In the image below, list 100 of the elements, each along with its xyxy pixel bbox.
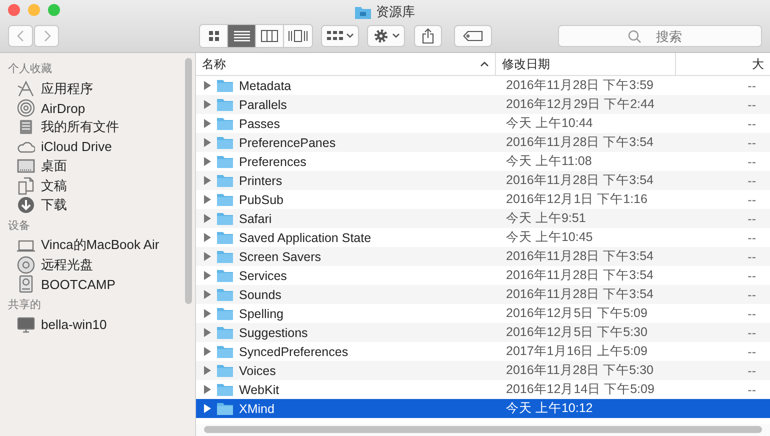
file-name: PreferencePanes bbox=[239, 136, 336, 150]
folder-icon bbox=[217, 345, 233, 358]
folder-icon bbox=[217, 364, 233, 377]
disclosure-triangle-icon[interactable] bbox=[204, 347, 211, 356]
column-header[interactable]: 大 bbox=[676, 53, 770, 75]
modified-date: 今天 上午9:51 bbox=[506, 210, 586, 227]
disclosure-triangle-icon[interactable] bbox=[204, 119, 211, 128]
sidebar-item[interactable]: 应用程序 bbox=[41, 80, 93, 98]
file-size: -- bbox=[748, 116, 756, 130]
document-icon bbox=[17, 176, 35, 195]
sort-caret-icon bbox=[480, 61, 489, 67]
disclosure-triangle-icon[interactable] bbox=[204, 271, 211, 280]
disclosure-triangle-icon[interactable] bbox=[204, 214, 211, 223]
disclosure-triangle-icon[interactable] bbox=[204, 100, 211, 109]
action-button[interactable] bbox=[367, 25, 405, 47]
tag-button[interactable] bbox=[454, 25, 492, 47]
modified-date: 2016年11月28日 下午3:54 bbox=[506, 286, 654, 303]
file-name: Safari bbox=[239, 212, 272, 226]
sidebar-heading: 设备 bbox=[7, 218, 31, 234]
close-button[interactable] bbox=[8, 4, 20, 16]
disclosure-triangle-icon[interactable] bbox=[204, 176, 211, 185]
folder-icon bbox=[217, 155, 233, 168]
file-row[interactable]: Passes 今天 上午10:44 -- bbox=[196, 114, 770, 133]
download-icon bbox=[17, 196, 35, 214]
scrollbar-thumb[interactable] bbox=[204, 426, 762, 433]
sidebar-item[interactable]: AirDrop bbox=[41, 100, 86, 116]
chevron-left-icon bbox=[16, 30, 24, 42]
folder-icon bbox=[217, 326, 233, 339]
file-row[interactable]: Saved Application State 今天 上午10:45 -- bbox=[196, 228, 770, 247]
disclosure-triangle-icon[interactable] bbox=[204, 385, 211, 394]
file-row[interactable]: WebKit 2016年12月14日 下午5:09 -- bbox=[196, 380, 770, 399]
disclosure-triangle-icon[interactable] bbox=[204, 233, 211, 242]
modified-date: 2016年12月5日 下午5:09 bbox=[506, 305, 648, 322]
sidebar-item[interactable]: 文稿 bbox=[41, 176, 67, 195]
modified-date: 2016年11月28日 下午3:54 bbox=[506, 134, 654, 151]
disclosure-triangle-icon[interactable] bbox=[204, 309, 211, 318]
sidebar-item[interactable]: BOOTCAMP bbox=[41, 276, 116, 292]
view-mode-button[interactable] bbox=[256, 25, 284, 47]
view-mode-button[interactable] bbox=[200, 25, 228, 47]
file-size: -- bbox=[748, 344, 756, 358]
modified-date: 2016年11月28日 下午3:54 bbox=[506, 172, 654, 189]
file-size: -- bbox=[748, 326, 756, 340]
file-name: Parallels bbox=[239, 98, 287, 112]
file-row[interactable]: PubSub 2016年12月1日 下午1:16 -- bbox=[196, 190, 770, 209]
disclosure-triangle-icon[interactable] bbox=[204, 157, 211, 166]
view-mode-button[interactable] bbox=[228, 25, 256, 47]
scrollbar-thumb[interactable] bbox=[185, 58, 192, 304]
search-field[interactable]: 搜索 bbox=[558, 25, 762, 47]
modified-date: 2016年11月28日 下午3:54 bbox=[506, 248, 654, 265]
file-row[interactable]: Suggestions 2016年12月5日 下午5:30 -- bbox=[196, 323, 770, 342]
file-row[interactable]: Preferences 今天 上午11:08 -- bbox=[196, 152, 770, 171]
file-row[interactable]: Metadata 2016年11月28日 下午3:59 -- bbox=[196, 76, 770, 95]
sidebar-item[interactable]: iCloud Drive bbox=[41, 139, 112, 154]
disclosure-triangle-icon[interactable] bbox=[204, 81, 211, 90]
disclosure-triangle-icon[interactable] bbox=[204, 252, 211, 261]
file-name: Sounds bbox=[239, 288, 282, 302]
file-name: Printers bbox=[239, 174, 282, 188]
file-row[interactable]: Sounds 2016年11月28日 下午3:54 -- bbox=[196, 285, 770, 304]
file-size: -- bbox=[748, 136, 756, 150]
arrange-button[interactable] bbox=[321, 25, 359, 47]
disclosure-triangle-icon[interactable] bbox=[204, 138, 211, 147]
disclosure-triangle-icon[interactable] bbox=[204, 290, 211, 299]
file-row[interactable]: Services 2016年11月28日 下午3:54 -- bbox=[196, 266, 770, 285]
disc-icon bbox=[17, 256, 35, 274]
drive-icon bbox=[17, 275, 35, 294]
file-size: -- bbox=[748, 154, 756, 168]
disclosure-triangle-icon[interactable] bbox=[204, 328, 211, 337]
compass-icon bbox=[17, 80, 35, 98]
modified-date: 2016年12月29日 下午2:44 bbox=[506, 96, 654, 113]
file-row[interactable]: Parallels 2016年12月29日 下午2:44 -- bbox=[196, 95, 770, 114]
column-header[interactable]: 名称 bbox=[196, 53, 496, 75]
file-row[interactable]: Printers 2016年11月28日 下午3:54 -- bbox=[196, 171, 770, 190]
sidebar-item[interactable]: 桌面 bbox=[41, 157, 67, 176]
file-row[interactable]: Spelling 2016年12月5日 下午5:09 -- bbox=[196, 304, 770, 323]
file-name: Spelling bbox=[239, 306, 284, 320]
file-row[interactable]: Voices 2016年11月28日 下午5:30 -- bbox=[196, 361, 770, 380]
sidebar-item[interactable]: 下载 bbox=[41, 196, 67, 214]
disclosure-triangle-icon[interactable] bbox=[204, 195, 211, 204]
file-row[interactable]: Safari 今天 上午9:51 -- bbox=[196, 209, 770, 228]
file-name: Preferences bbox=[239, 154, 306, 168]
sidebar-item[interactable]: 我的所有文件 bbox=[41, 118, 119, 136]
file-size: -- bbox=[748, 192, 756, 206]
folder-icon bbox=[217, 212, 233, 225]
modified-date: 2016年12月14日 下午5:09 bbox=[506, 381, 654, 398]
sidebar-item[interactable]: bella-win10 bbox=[41, 317, 107, 332]
view-mode-control[interactable] bbox=[199, 24, 313, 48]
sidebar-item[interactable]: 远程光盘 bbox=[41, 256, 93, 274]
disclosure-triangle-icon[interactable] bbox=[204, 404, 211, 413]
disclosure-triangle-icon[interactable] bbox=[204, 366, 211, 375]
sidebar-heading: 共享的 bbox=[7, 298, 42, 313]
view-mode-button[interactable] bbox=[284, 25, 312, 47]
file-row[interactable]: PreferencePanes 2016年11月28日 下午3:54 -- bbox=[196, 133, 770, 152]
file-row[interactable]: XMind 今天 上午10:12 bbox=[196, 399, 770, 418]
share-button[interactable] bbox=[414, 25, 442, 47]
column-header[interactable]: 修改日期 bbox=[496, 53, 676, 75]
modified-date: 2016年11月28日 下午3:59 bbox=[506, 77, 654, 94]
modified-date: 今天 上午10:45 bbox=[506, 229, 593, 246]
sidebar-item[interactable]: Vinca的MacBook Air bbox=[41, 236, 160, 254]
file-row[interactable]: Screen Savers 2016年11月28日 下午3:54 -- bbox=[196, 247, 770, 266]
file-row[interactable]: SyncedPreferences 2017年1月16日 上午5:09 -- bbox=[196, 342, 770, 361]
